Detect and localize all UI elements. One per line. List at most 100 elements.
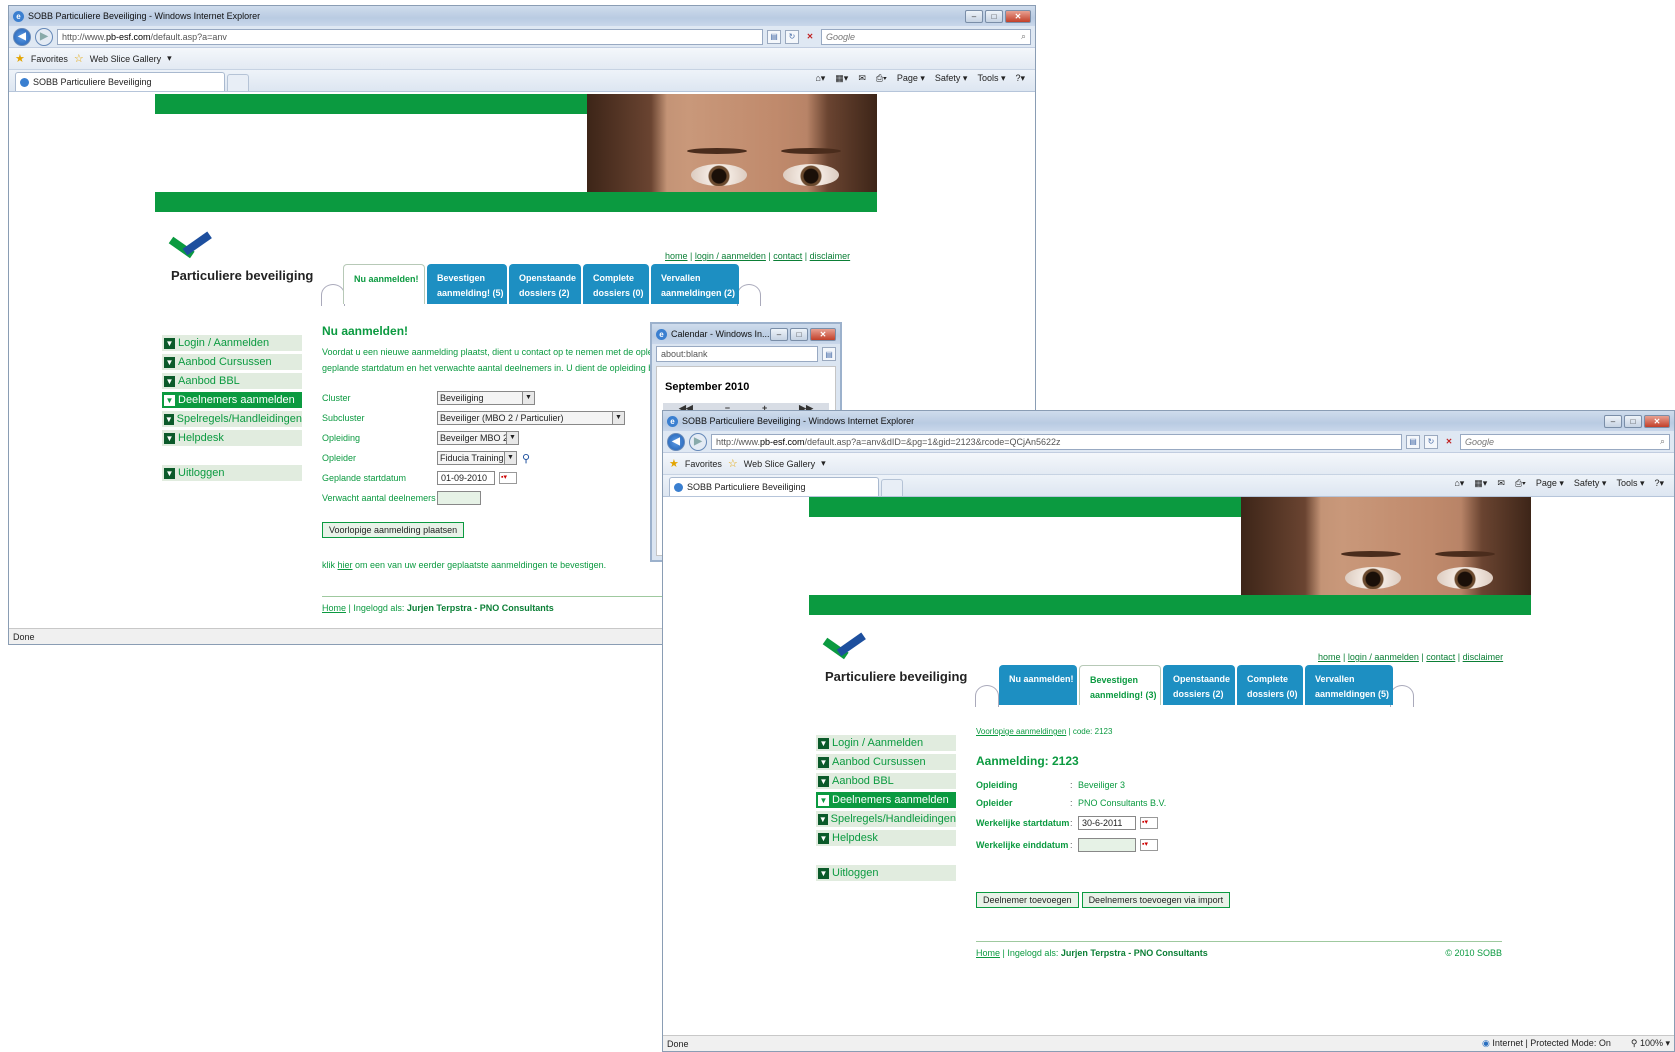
calendar-icon[interactable]: ▪▾ (1140, 817, 1158, 829)
maximize-button[interactable]: □ (790, 327, 808, 341)
add-favorite-icon[interactable]: ☆ (728, 457, 738, 470)
nav-login[interactable]: ▼ Login / Aanmelden (162, 335, 302, 351)
link-hier[interactable]: hier (338, 560, 353, 570)
lookup-magnifier-icon[interactable]: ⚲ (522, 452, 530, 465)
refresh-icon[interactable]: ↻ (785, 29, 799, 44)
tab-vervallen[interactable]: Vervallen aanmeldingen (2) (651, 264, 739, 304)
close-button[interactable]: ✕ (1005, 9, 1031, 23)
web-slice-gallery[interactable]: Web Slice Gallery (90, 54, 161, 64)
nav-login[interactable]: ▼ Login / Aanmelden (816, 735, 956, 751)
tab-complete[interactable]: Complete dossiers (0) (583, 264, 649, 304)
tab-openstaande[interactable]: Openstaande dossiers (2) (509, 264, 581, 304)
link-disclaimer[interactable]: disclaimer (1463, 652, 1504, 662)
link-home[interactable]: home (1318, 652, 1341, 662)
footer-home-link[interactable]: Home (322, 603, 346, 613)
browser-tab[interactable]: SOBB Particuliere Beveiliging (669, 477, 879, 496)
maximize-button[interactable]: □ (985, 9, 1003, 23)
link-login[interactable]: login / aanmelden (1348, 652, 1419, 662)
refresh-icon[interactable]: ↻ (1424, 434, 1438, 449)
nav-aanbod-bbl[interactable]: ▼ Aanbod BBL (816, 773, 956, 789)
forward-button[interactable]: ▶ (689, 432, 707, 451)
einddatum-input[interactable] (1078, 838, 1136, 852)
nav-aanbod-bbl[interactable]: ▼ Aanbod BBL (162, 373, 302, 389)
home-icon[interactable]: ⌂▾ (815, 73, 825, 84)
add-favorite-icon[interactable]: ☆ (74, 52, 84, 65)
feeds-icon[interactable]: ▦▾ (835, 73, 848, 84)
favorites-button[interactable]: Favorites (685, 459, 722, 469)
new-tab-button[interactable] (227, 74, 249, 91)
tab-complete[interactable]: Complete dossiers (0) (1237, 665, 1303, 705)
search-icon[interactable]: ⌕ (1021, 31, 1026, 42)
page-icon[interactable]: ▤ (822, 347, 836, 361)
calendar-url-field[interactable]: about:blank (656, 346, 818, 362)
safety-menu[interactable]: Safety ▾ (1574, 478, 1607, 489)
stop-icon[interactable]: ✕ (1442, 435, 1456, 449)
favorites-star-icon[interactable]: ★ (669, 457, 679, 470)
close-button[interactable]: ✕ (1644, 414, 1670, 428)
page-menu[interactable]: Page ▾ (897, 73, 925, 84)
search-input[interactable]: Google ⌕ (821, 28, 1031, 45)
nav-aanbod-cursussen[interactable]: ▼ Aanbod Cursussen (816, 754, 956, 770)
add-participant-button[interactable]: Deelnemer toevoegen (976, 892, 1079, 908)
nav-spelregels[interactable]: ▼ Spelregels/Handleidingen (816, 811, 956, 827)
cluster-select[interactable]: Beveiliging ▼ (437, 391, 535, 405)
nav-uitloggen[interactable]: ▼ Uitloggen (816, 865, 956, 881)
minimize-button[interactable]: – (770, 327, 788, 341)
startdatum-input[interactable]: 01-09-2010 (437, 471, 495, 485)
print-icon[interactable]: ⎙▾ (1515, 478, 1526, 489)
forward-button[interactable]: ▶ (35, 27, 53, 46)
favorites-button[interactable]: Favorites (31, 54, 68, 64)
home-icon[interactable]: ⌂▾ (1454, 478, 1464, 489)
print-icon[interactable]: ⎙▾ (876, 73, 887, 84)
help-icon[interactable]: ?▾ (1654, 478, 1664, 489)
submit-button[interactable]: Voorlopige aanmelding plaatsen (322, 522, 465, 538)
tab-nu-aanmelden[interactable]: Nu aanmelden! (343, 264, 425, 304)
url-field[interactable]: http://www. pb-esf.com/default.asp?a=anv&… (711, 433, 1402, 450)
minimize-button[interactable]: – (1604, 414, 1622, 428)
new-tab-button[interactable] (881, 479, 903, 496)
calendar-icon[interactable]: ▪▾ (499, 472, 517, 484)
mail-icon[interactable]: ✉ (858, 73, 866, 84)
compatibility-icon[interactable]: ▤ (1406, 434, 1420, 449)
favorites-star-icon[interactable]: ★ (15, 52, 25, 65)
subcluster-select[interactable]: Beveiliger (MBO 2 / Particulier) ▼ (437, 411, 625, 425)
tab-bevestigen[interactable]: Bevestigen aanmelding! (5) (427, 264, 507, 304)
nav-helpdesk[interactable]: ▼ Helpdesk (816, 830, 956, 846)
tab-nu-aanmelden[interactable]: Nu aanmelden! (999, 665, 1077, 705)
maximize-button[interactable]: □ (1624, 414, 1642, 428)
help-icon[interactable]: ?▾ (1015, 73, 1025, 84)
url-field[interactable]: http://www. pb-esf.com/default.asp?a=anv (57, 28, 763, 45)
back-button[interactable]: ◀ (13, 27, 31, 46)
minimize-button[interactable]: – (965, 9, 983, 23)
back-button[interactable]: ◀ (667, 432, 685, 451)
stop-icon[interactable]: ✕ (803, 30, 817, 44)
search-input[interactable]: Google ⌕ (1460, 433, 1670, 450)
nav-spelregels[interactable]: ▼ Spelregels/Handleidingen (162, 411, 302, 427)
link-contact[interactable]: contact (773, 251, 802, 261)
page-menu[interactable]: Page ▾ (1536, 478, 1564, 489)
zoom-level[interactable]: ⚲ 100% ▾ (1631, 1038, 1670, 1049)
safety-menu[interactable]: Safety ▾ (935, 73, 968, 84)
nav-deelnemers-aanmelden[interactable]: ▼ Deelnemers aanmelden (816, 792, 956, 808)
browser-tab[interactable]: SOBB Particuliere Beveiliging (15, 72, 225, 91)
aantal-input[interactable] (437, 491, 481, 505)
footer-home-link[interactable]: Home (976, 948, 1000, 958)
link-disclaimer[interactable]: disclaimer (810, 251, 851, 261)
link-home[interactable]: home (665, 251, 688, 261)
close-button[interactable]: ✕ (810, 327, 836, 341)
nav-uitloggen[interactable]: ▼ Uitloggen (162, 465, 302, 481)
security-zone[interactable]: ◉ Internet | Protected Mode: On (1482, 1038, 1611, 1049)
nav-deelnemers-aanmelden[interactable]: ▼ Deelnemers aanmelden (162, 392, 302, 408)
opleiding-select[interactable]: Beveilger MBO 2 ▼ (437, 431, 519, 445)
feeds-icon[interactable]: ▦▾ (1474, 478, 1487, 489)
import-participants-button[interactable]: Deelnemers toevoegen via import (1081, 892, 1231, 908)
nav-aanbod-cursussen[interactable]: ▼ Aanbod Cursussen (162, 354, 302, 370)
tab-openstaande[interactable]: Openstaande dossiers (2) (1163, 665, 1235, 705)
breadcrumb-link[interactable]: Voorlopige aanmeldingen (976, 727, 1066, 736)
opleider-select[interactable]: Fiducia Training ▼ (437, 451, 517, 465)
calendar-icon[interactable]: ▪▾ (1140, 839, 1158, 851)
search-icon[interactable]: ⌕ (1660, 436, 1665, 447)
web-slice-gallery[interactable]: Web Slice Gallery (744, 459, 815, 469)
tab-bevestigen[interactable]: Bevestigen aanmelding! (3) (1079, 665, 1161, 705)
nav-helpdesk[interactable]: ▼ Helpdesk (162, 430, 302, 446)
